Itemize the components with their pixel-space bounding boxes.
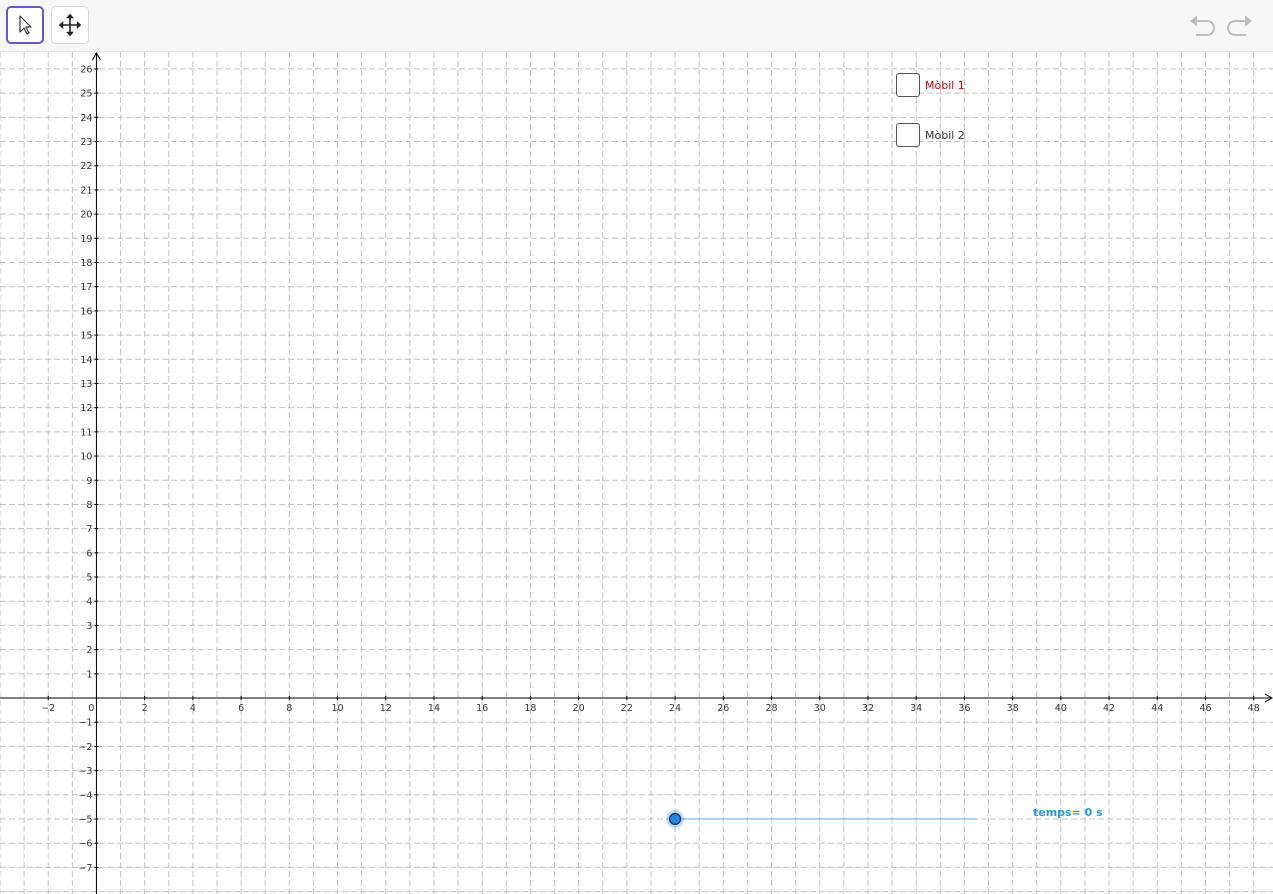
x-tick-label: 0 <box>88 703 94 714</box>
redo-button[interactable] <box>1225 12 1255 40</box>
y-tick-label: 3 <box>86 621 92 632</box>
x-tick-label: 40 <box>1055 703 1067 714</box>
y-tick-label: 13 <box>80 379 92 390</box>
y-tick-label: 2 <box>86 645 92 656</box>
x-tick-label: 10 <box>331 703 343 714</box>
y-tick-label: 9 <box>86 476 92 487</box>
time-slider[interactable] <box>666 809 977 828</box>
x-tick-label: 2 <box>142 703 148 714</box>
undo-button[interactable] <box>1187 12 1217 40</box>
x-tick-label: 4 <box>190 703 196 714</box>
checkbox-box[interactable] <box>896 73 920 97</box>
move-tool-button[interactable] <box>6 6 44 44</box>
y-tick-label: 14 <box>80 355 92 366</box>
redo-icon <box>1227 15 1252 36</box>
y-tick-label: −7 <box>78 863 92 874</box>
y-tick-label: 21 <box>80 185 92 196</box>
checkbox-box[interactable] <box>896 123 920 147</box>
x-tick-label: 44 <box>1151 703 1163 714</box>
y-tick-label: 22 <box>80 161 92 172</box>
x-tick-label: 12 <box>380 703 392 714</box>
x-tick-label: 20 <box>573 703 585 714</box>
x-tick-label: 18 <box>524 703 536 714</box>
axes <box>0 52 1273 894</box>
y-tick-label: 1 <box>86 669 92 680</box>
grid <box>0 52 1273 894</box>
y-tick-label: −6 <box>78 839 92 850</box>
move-graphics-view-button[interactable] <box>51 6 89 44</box>
x-tick-label: 38 <box>1007 703 1019 714</box>
y-tick-label: 4 <box>86 597 92 608</box>
y-tick-label: 5 <box>86 573 92 584</box>
y-tick-label: 24 <box>80 113 92 124</box>
x-tick-label: 24 <box>669 703 681 714</box>
checkbox-mobil-2[interactable]: Mòbil 2 <box>896 123 965 147</box>
x-tick-label: 26 <box>717 703 729 714</box>
x-tick-label: 32 <box>862 703 874 714</box>
y-tick-label: 12 <box>80 403 92 414</box>
y-tick-label: 10 <box>80 452 92 463</box>
slider-handle[interactable] <box>668 812 682 826</box>
y-tick-label: 20 <box>80 210 92 221</box>
y-tick-label: 23 <box>80 137 92 148</box>
x-tick-label: 22 <box>621 703 633 714</box>
arrow-pointer-icon <box>19 15 32 35</box>
y-tick-label: −3 <box>78 766 92 777</box>
x-tick-label: 14 <box>428 703 440 714</box>
x-tick-label: 8 <box>286 703 292 714</box>
undo-icon <box>1190 15 1215 36</box>
x-tick-label: 30 <box>814 703 826 714</box>
y-tick-label: 25 <box>80 89 92 100</box>
x-tick-label: 42 <box>1103 703 1115 714</box>
y-tick-label: 19 <box>80 234 92 245</box>
y-tick-label: −1 <box>78 718 92 729</box>
y-tick-label: 11 <box>80 427 92 438</box>
x-tick-label: 46 <box>1199 703 1211 714</box>
x-tick-label: 34 <box>910 703 922 714</box>
x-tick-label: 16 <box>476 703 488 714</box>
y-tick-label: −5 <box>78 814 92 825</box>
checkbox-label: Mòbil 2 <box>925 128 965 142</box>
y-tick-label: −4 <box>78 790 92 801</box>
checkbox-mobil-1[interactable]: Mòbil 1 <box>896 73 965 97</box>
y-tick-label: 17 <box>80 282 92 293</box>
x-tick-label: 6 <box>238 703 244 714</box>
four-arrows-icon <box>58 13 82 37</box>
y-tick-label: 8 <box>86 500 92 511</box>
toolbar <box>0 0 1273 52</box>
checkbox-label: Mòbil 1 <box>925 78 965 92</box>
slider-value-label: temps= 0 s <box>1033 806 1103 819</box>
y-tick-label: 15 <box>80 331 92 342</box>
x-tick-label: −2 <box>41 703 55 714</box>
y-tick-label: 18 <box>80 258 92 269</box>
y-tick-label: 7 <box>86 524 92 535</box>
y-tick-label: 6 <box>86 548 92 559</box>
y-tick-label: 16 <box>80 306 92 317</box>
x-tick-label: 28 <box>765 703 777 714</box>
graphics-view[interactable]: −2 0 2 4 6 8 10 12 14 16 18 20 22 24 26 28 30 32 34 36 38 40 4… <box>0 52 1273 894</box>
x-tick-label: 36 <box>958 703 970 714</box>
y-tick-label: −2 <box>78 742 92 753</box>
x-tick-label: 48 <box>1248 703 1260 714</box>
y-tick-label: 26 <box>80 64 92 75</box>
